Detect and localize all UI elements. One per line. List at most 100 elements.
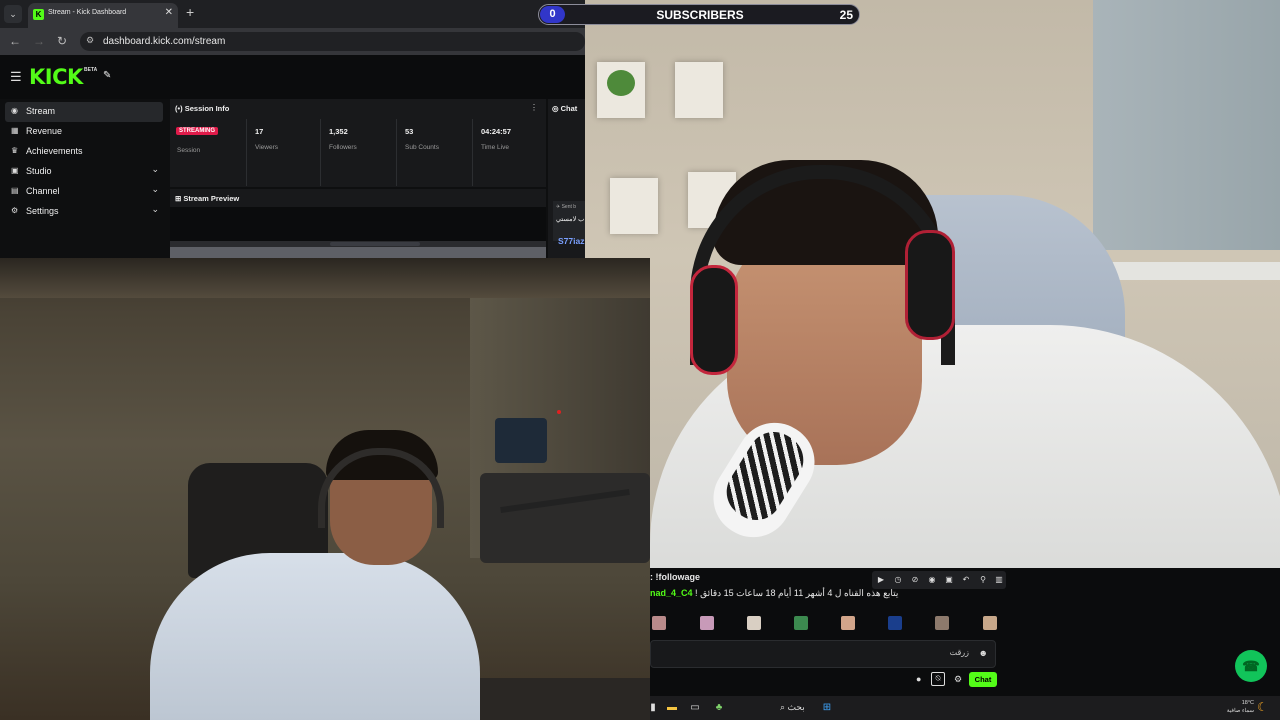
emote[interactable]	[652, 616, 666, 630]
taskbar-search[interactable]: ⌕ بحث	[780, 702, 805, 713]
stat-label: Time Live	[481, 144, 509, 151]
weather-widget[interactable]: 18°C سماء صافية	[1226, 699, 1254, 715]
back-icon[interactable]: ←	[9, 34, 21, 48]
revenue-icon: ▦	[11, 126, 19, 135]
forward-icon[interactable]: →	[33, 34, 45, 48]
emote[interactable]	[841, 616, 855, 630]
curtain	[1093, 0, 1280, 250]
emote[interactable]	[747, 616, 761, 630]
chat-input-text: زرقت	[949, 648, 969, 657]
chat-message: ✈ Sent b ب لامستي	[553, 201, 585, 241]
dashboard-chat-panel: ◎ Chat ✈ Sent b ب لامستي S77iaz	[548, 99, 585, 258]
sidebar-item-stream[interactable]: ◉ Stream	[5, 102, 163, 122]
app-icon[interactable]: ▮	[646, 701, 660, 715]
stream-preview-header: ⊞ Stream Preview	[170, 189, 546, 207]
pin-icon[interactable]: ✎	[103, 70, 111, 81]
stat-label: Followers	[329, 144, 357, 151]
windows-start-icon[interactable]: ⊞	[820, 701, 834, 715]
chat-toolbar: ▶ ◷ ⊘ ◉ ▣ ↶ ⚲ ▥	[872, 571, 1006, 589]
new-tab-button[interactable]: +	[186, 4, 194, 20]
beta-badge: BETA	[84, 67, 98, 73]
undo-icon[interactable]: ↶	[960, 574, 972, 586]
emote[interactable]	[983, 616, 997, 630]
address-bar: ← → ↻ ⚙ dashboard.kick.com/stream	[0, 28, 585, 55]
stat-sub-counts: 53 Sub Counts	[396, 119, 472, 186]
emote[interactable]	[794, 616, 808, 630]
reload-icon[interactable]: ↻	[57, 34, 67, 48]
stat-viewers: 17 Viewers	[246, 119, 320, 186]
chevron-down-icon: ⌄	[151, 184, 159, 194]
sidebar-item-studio[interactable]: ▣ Studio ⌄	[5, 162, 163, 182]
session-info-panel: (•) Session Info ⋮ STREAMING Session 17 …	[170, 99, 546, 187]
menu-icon[interactable]: ☰	[10, 69, 22, 85]
headset-support-icon[interactable]: ☎	[1235, 650, 1267, 682]
sidebar-item-label: Achievements	[26, 146, 83, 156]
chat-username[interactable]: S77iaz	[558, 236, 584, 246]
headphone-cup-right	[905, 230, 955, 340]
file-explorer-icon[interactable]: ▬	[665, 701, 679, 715]
stream-icon: ◉	[11, 106, 18, 115]
tab-kick-dashboard[interactable]: K Stream - Kick Dashboard ✕	[28, 3, 178, 28]
chat-username[interactable]: nad_4_C4	[650, 588, 693, 598]
kick-chat-overlay: : !followage ▶ ◷ ⊘ ◉ ▣ ↶ ⚲ ▥ nad_4_C4 ! …	[650, 568, 1280, 696]
tab-close-icon[interactable]: ✕	[165, 7, 173, 18]
ceiling	[0, 258, 650, 298]
chat-title-text: Chat	[560, 104, 578, 113]
app-group-icon[interactable]: ♣	[712, 701, 726, 715]
emote[interactable]	[888, 616, 902, 630]
url-field[interactable]: ⚙ dashboard.kick.com/stream	[80, 32, 585, 51]
stat-value: 04:24:57	[481, 127, 512, 136]
chat-bubble-icon[interactable]: ●	[916, 674, 921, 684]
session-label: Session	[177, 147, 201, 154]
kick-favicon-icon: K	[33, 9, 44, 20]
chat-input[interactable]: زرقت ☻	[650, 640, 996, 668]
sidebar-item-settings[interactable]: ⚙ Settings ⌄	[5, 202, 163, 222]
window-icon[interactable]: ▭	[688, 701, 702, 715]
sidebar-item-label: Channel	[26, 186, 60, 196]
preview-browser-strip	[170, 241, 546, 247]
stat-label: Sub Counts	[405, 144, 439, 151]
dashboard-sidebar: ◉ Stream ▦ Revenue ♛ Achievements ▣ Stud…	[0, 99, 168, 258]
sidebar-item-channel[interactable]: ▤ Channel ⌄	[5, 182, 163, 202]
sidebar-item-achievements[interactable]: ♛ Achievements	[5, 142, 163, 162]
tab-bar: ⌄ K Stream - Kick Dashboard ✕ +	[0, 0, 585, 28]
person-shirt	[150, 553, 480, 720]
stat-time-live: 04:24:57 Time Live	[472, 119, 546, 186]
more-options-icon[interactable]: ⋮	[530, 103, 538, 112]
emote[interactable]	[935, 616, 949, 630]
session-info-title: (•) Session Info	[175, 104, 230, 113]
gear-icon[interactable]: ⚙	[954, 674, 962, 685]
sidebar-item-label: Revenue	[26, 126, 63, 136]
sidebar-item-label: Stream	[26, 106, 56, 116]
eye-icon[interactable]: ◉	[926, 574, 938, 586]
chat-message-text: ب لامستي	[556, 216, 585, 223]
trash-icon[interactable]: ▥	[993, 574, 1005, 586]
emote[interactable]	[700, 616, 714, 630]
copy-icon[interactable]: ▣	[943, 574, 955, 586]
windows-taskbar: ▮ ▬ ▭ ♣ ⌕ بحث ⊞ 18°C سماء صافية ☾	[650, 696, 1280, 720]
wall-shelf	[675, 62, 723, 118]
notifications-off-icon[interactable]: ⍉	[931, 672, 945, 686]
wall-shelf	[597, 62, 645, 118]
clock-icon[interactable]: ◷	[892, 574, 904, 586]
kick-logo[interactable]: KICK	[29, 65, 83, 89]
sidebar-item-revenue[interactable]: ▦ Revenue	[5, 122, 163, 142]
webcam-right	[585, 0, 1280, 568]
preview-subs-bar	[330, 242, 420, 246]
send-chat-button[interactable]: Chat	[969, 672, 997, 687]
mute-icon[interactable]: ⊘	[909, 574, 921, 586]
weather-desc: سماء صافية	[1226, 708, 1254, 714]
browser-window: ⌄ K Stream - Kick Dashboard ✕ + ← → ↻ ⚙ …	[0, 0, 585, 258]
sidebar-item-label: Settings	[26, 206, 59, 216]
tab-search-dropdown[interactable]: ⌄	[4, 5, 22, 23]
play-icon[interactable]: ▶	[875, 574, 887, 586]
site-info-icon[interactable]: ⚙	[86, 35, 94, 46]
wall-shelf	[610, 178, 658, 234]
speaker	[495, 418, 547, 463]
chat-message: nad_4_C4 ! يتابع هذه القناه ل 4 أشهر 11 …	[650, 588, 898, 599]
emoji-icon[interactable]: ☻	[979, 648, 988, 658]
session-info-title-text: Session Info	[184, 104, 230, 113]
audio-gear	[480, 473, 650, 563]
pin-icon[interactable]: ⚲	[977, 574, 989, 586]
chevron-down-icon: ⌄	[151, 204, 159, 214]
